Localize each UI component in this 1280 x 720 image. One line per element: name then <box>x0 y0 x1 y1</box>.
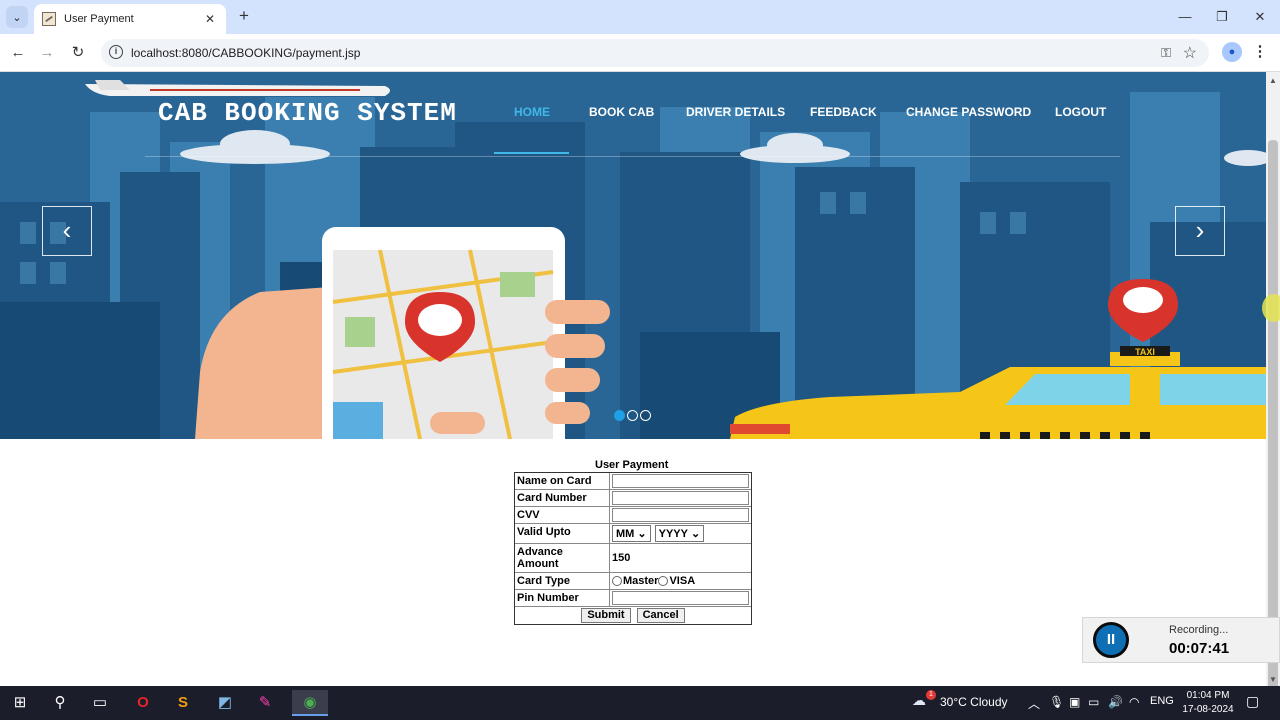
year-select-value: YYYY <box>658 527 688 540</box>
nav-book-cab[interactable]: BOOK CAB <box>589 105 654 119</box>
month-select-value: MM <box>616 527 635 540</box>
name-on-card-input[interactable] <box>612 474 749 488</box>
code-editor-icon[interactable]: ◩ <box>210 690 240 716</box>
card-number-label: Card Number <box>515 490 610 506</box>
new-tab-button[interactable]: + <box>234 6 254 26</box>
year-select[interactable]: YYYY ⌄ <box>654 525 705 542</box>
pen-tool-icon[interactable]: ✎ <box>250 690 280 716</box>
master-radio-label: Master <box>623 575 659 587</box>
favicon-icon <box>42 12 56 26</box>
visa-radio[interactable] <box>658 576 669 586</box>
nav-feedback[interactable]: FEEDBACK <box>810 105 877 119</box>
carousel-prev-icon[interactable]: ‹ <box>42 206 92 256</box>
address-bar[interactable]: i localhost:8080/CABBOOKING/payment.jsp … <box>101 39 1209 67</box>
clock-time: 01:04 PM <box>1186 690 1230 701</box>
carousel-next-icon[interactable]: › <box>1175 206 1225 256</box>
tab-title: User Payment <box>64 13 134 25</box>
task-view-icon[interactable]: ▭ <box>85 690 115 716</box>
windows-start-icon[interactable]: ⊞ <box>5 690 35 716</box>
weather-cloud-icon[interactable]: ☁ <box>912 692 926 709</box>
name-on-card-label: Name on Card <box>515 473 610 489</box>
reload-icon[interactable]: ↻ <box>68 43 88 63</box>
cursor-highlight <box>1262 294 1280 322</box>
carousel-dot-2[interactable] <box>627 410 638 421</box>
site-logo[interactable]: CAB BOOKING SYSTEM <box>158 98 457 128</box>
carousel-indicators <box>614 410 653 421</box>
clock-date: 17-08-2024 <box>1182 704 1234 715</box>
weather-text[interactable]: 30°C Cloudy <box>940 695 1008 709</box>
opera-icon[interactable]: O <box>128 690 158 716</box>
advance-amount-value: 150 <box>612 552 631 564</box>
minimize-icon[interactable]: — <box>1175 7 1195 27</box>
camera-icon[interactable]: ▣ <box>1069 695 1080 709</box>
nav-driver-details[interactable]: DRIVER DETAILS <box>686 105 785 119</box>
language-indicator[interactable]: ENG <box>1150 695 1174 707</box>
site-info-icon[interactable]: i <box>109 45 123 59</box>
scroll-up-icon[interactable]: ▲ <box>1269 76 1277 85</box>
battery-icon[interactable]: ▭ <box>1088 695 1099 709</box>
nav-change-password[interactable]: CHANGE PASSWORD <box>906 105 1031 119</box>
browser-tab-bar: ⌄ User Payment ✕ + — ❐ ✕ <box>0 0 1280 34</box>
tab-user-payment[interactable]: User Payment ✕ <box>34 4 226 34</box>
maximize-icon[interactable]: ❐ <box>1212 7 1232 27</box>
cvv-label: CVV <box>515 507 610 523</box>
scroll-down-icon[interactable]: ▼ <box>1269 675 1277 684</box>
cvv-input[interactable] <box>612 508 749 522</box>
month-select[interactable]: MM ⌄ <box>612 525 651 542</box>
master-radio[interactable] <box>612 576 622 586</box>
scrollbar-thumb[interactable] <box>1268 140 1278 690</box>
nav-divider <box>145 156 1120 157</box>
card-type-label: Card Type <box>515 573 610 589</box>
page-viewport: TAXI CAB BOOKING SYSTEM HOME BOOK CAB DR… <box>0 72 1266 686</box>
visa-radio-label: VISA <box>669 575 696 587</box>
valid-upto-label: Valid Upto <box>515 524 610 543</box>
pin-number-label: Pin Number <box>515 590 610 606</box>
bookmark-star-icon[interactable]: ☆ <box>1183 43 1197 63</box>
sublime-text-icon[interactable]: S <box>168 690 198 716</box>
profile-avatar-icon[interactable]: ● <box>1222 42 1242 62</box>
chrome-taskbar-icon[interactable]: ◉ <box>292 690 328 716</box>
form-title: User Payment <box>595 459 669 471</box>
advance-amount-label: Advance Amount <box>515 544 610 572</box>
weather-badge: 1 <box>926 690 936 700</box>
active-nav-underline <box>494 152 569 154</box>
forward-icon[interactable]: → <box>37 43 57 63</box>
url-text[interactable]: localhost:8080/CABBOOKING/payment.jsp <box>131 46 360 60</box>
tray-chevron-icon[interactable]: ︿ <box>1028 695 1040 712</box>
password-key-icon[interactable]: ⚿ <box>1161 45 1171 61</box>
recording-status: Recording... <box>1169 624 1229 636</box>
back-icon[interactable]: ← <box>8 43 28 63</box>
taskbar-clock[interactable]: 01:04 PM 17-08-2024 <box>1179 689 1237 717</box>
nav-home[interactable]: HOME <box>514 105 550 119</box>
payment-form: Name on Card Card Number CVV Valid Upto … <box>514 472 752 625</box>
notification-icon[interactable]: ▢ <box>1246 693 1259 710</box>
tab-search-dropdown[interactable]: ⌄ <box>6 6 28 28</box>
windows-taskbar: ⊞ ⚲ ▭ O S ◩ ✎ ◉ ☁ 1 30°C Cloudy ︿ 🎙 ▣ ▭ … <box>0 686 1280 720</box>
nav-logout[interactable]: LOGOUT <box>1055 105 1106 119</box>
recording-widget: II Recording... 00:07:41 <box>1082 617 1280 663</box>
browser-toolbar: ← → ↻ i localhost:8080/CABBOOKING/paymen… <box>0 34 1280 72</box>
volume-icon[interactable]: 🔊 <box>1108 695 1123 709</box>
card-number-input[interactable] <box>612 491 749 505</box>
pause-recording-icon[interactable]: II <box>1093 622 1129 658</box>
page-scrollbar[interactable]: ▲ ▼ <box>1266 72 1280 690</box>
close-window-icon[interactable]: ✕ <box>1250 7 1270 27</box>
carousel-dot-1[interactable] <box>614 410 625 421</box>
submit-button[interactable]: Submit <box>581 608 631 623</box>
recording-timer: 00:07:41 <box>1169 640 1230 657</box>
microphone-icon[interactable]: 🎙 <box>1049 695 1064 709</box>
pin-number-input[interactable] <box>612 591 749 605</box>
cancel-button[interactable]: Cancel <box>636 608 685 623</box>
wifi-icon[interactable]: ◠ <box>1129 695 1139 709</box>
search-icon[interactable]: ⚲ <box>45 690 75 716</box>
taxi-sign-text: TAXI <box>1135 347 1155 357</box>
carousel-dot-3[interactable] <box>640 410 651 421</box>
hero-carousel: TAXI CAB BOOKING SYSTEM HOME BOOK CAB DR… <box>0 72 1266 439</box>
browser-menu-icon[interactable]: ⋮ <box>1250 42 1270 62</box>
tab-close-icon[interactable]: ✕ <box>202 12 218 26</box>
